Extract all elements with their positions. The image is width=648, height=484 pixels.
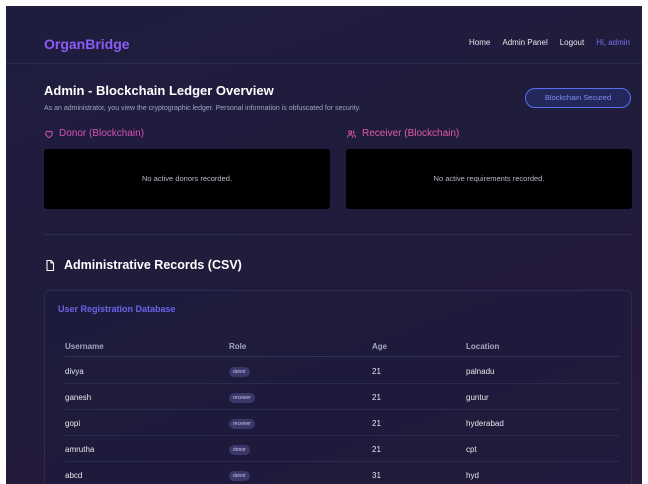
cell-location: hyderabad <box>466 419 504 428</box>
role-badge: receiver <box>229 392 255 403</box>
donor-section-header: Donor (Blockchain) <box>44 128 144 139</box>
table-header: Username Role Age Location <box>65 335 619 357</box>
receiver-empty-message: No active requirements recorded. <box>433 174 545 183</box>
role-badge: receiver <box>229 418 255 429</box>
nav-link-admin-panel[interactable]: Admin Panel <box>502 38 547 47</box>
card-title: User Registration Database <box>58 304 176 314</box>
cell-username: gopi <box>65 419 81 428</box>
brand-logo[interactable]: OrganBridge <box>44 36 130 52</box>
table-row: gopi receiver 21 hyderabad <box>65 410 619 436</box>
donor-empty-message: No active donors recorded. <box>141 174 233 183</box>
file-icon <box>46 259 55 271</box>
nav-link-logout[interactable]: Logout <box>560 38 584 47</box>
role-badge-text: donor <box>229 367 250 377</box>
app-frame: OrganBridge Home Admin Panel Logout Hi, … <box>6 6 642 484</box>
table-row: divya donor 21 palnadu <box>65 358 619 384</box>
cell-age: 21 <box>372 367 381 376</box>
cell-username: ganesh <box>65 393 92 402</box>
cell-age: 31 <box>372 471 381 480</box>
cell-username: amrutha <box>65 445 95 454</box>
role-badge-text: receiver <box>229 393 255 403</box>
nav-link-home[interactable]: Home <box>469 38 490 47</box>
cell-location: palnadu <box>466 367 495 376</box>
cell-age: 21 <box>372 419 381 428</box>
cell-username: divya <box>65 367 84 376</box>
receiver-section-header: Receiver (Blockchain) <box>346 128 459 139</box>
role-badge-text: donor <box>229 471 250 481</box>
section-divider <box>44 234 632 235</box>
table-row: ganesh receiver 21 guntur <box>65 384 619 410</box>
top-nav: OrganBridge Home Admin Panel Logout Hi, … <box>6 6 642 64</box>
users-icon <box>347 129 356 138</box>
donor-ledger-panel: No active donors recorded. <box>44 149 330 209</box>
cell-location: guntur <box>466 393 489 402</box>
user-greeting: Hi, admin <box>596 38 630 47</box>
role-badge-text: donor <box>229 445 250 455</box>
role-badge: donor <box>229 444 250 455</box>
cell-age: 21 <box>372 445 381 454</box>
receiver-section-title: Receiver (Blockchain) <box>362 128 460 139</box>
records-title: Administrative Records (CSV) <box>64 258 242 272</box>
cell-location: hyd <box>466 471 479 480</box>
nav-links: Home Admin Panel Logout Hi, admin <box>469 38 630 47</box>
page-title: Admin - Blockchain Ledger Overview <box>44 83 274 98</box>
column-header-username: Username <box>65 342 104 351</box>
user-registration-card: User Registration Database Username Role… <box>44 290 632 484</box>
column-header-location: Location <box>466 342 500 351</box>
blockchain-secured-badge[interactable]: Blockchain Secured <box>525 88 631 108</box>
records-section-header: Administrative Records (CSV) <box>44 258 242 272</box>
page-subtitle: As an administrator, you view the crypto… <box>44 105 361 112</box>
cell-username: abcd <box>65 471 83 480</box>
column-header-age: Age <box>372 342 388 351</box>
cell-age: 21 <box>372 393 381 402</box>
donor-section-title: Donor (Blockchain) <box>59 128 145 139</box>
role-badge-text: receiver <box>229 419 255 429</box>
table-row: amrutha donor 21 cpt <box>65 436 619 462</box>
receiver-ledger-panel: No active requirements recorded. <box>346 149 632 209</box>
table-row: abcd donor 31 hyd <box>65 462 619 484</box>
column-header-role: Role <box>229 342 247 351</box>
cell-location: cpt <box>466 445 477 454</box>
role-badge: donor <box>229 366 250 377</box>
heart-icon <box>45 130 53 138</box>
role-badge: donor <box>229 470 250 481</box>
